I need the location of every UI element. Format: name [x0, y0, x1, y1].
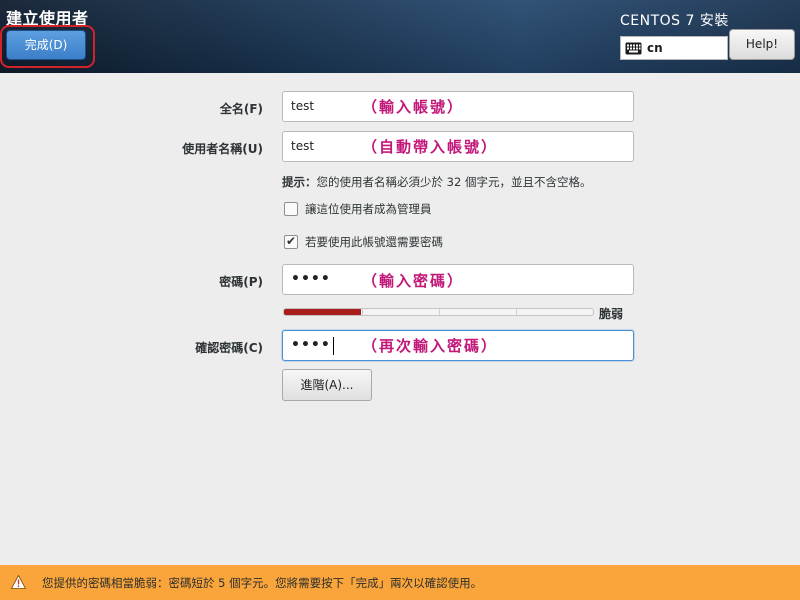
require-password-checkbox-row[interactable]: 若要使用此帳號還需要密碼 — [284, 234, 443, 250]
confirm-password-label: 確認密碼(C) — [195, 341, 263, 355]
username-annotation: （自動帶入帳號） — [362, 138, 499, 156]
admin-checkbox[interactable] — [284, 202, 298, 216]
header-bar: 建立使用者 完成(D) CENTOS 7 安裝 cn Help! — [0, 0, 800, 73]
confirm-password-value: •••• — [291, 337, 331, 353]
product-title: CENTOS 7 安裝 — [620, 13, 729, 29]
strength-segment-divider — [362, 309, 363, 315]
hint-text: 您的使用者名稱必須少於 32 個字元，並且不含空格。 — [316, 175, 592, 189]
fullname-annotation: （輸入帳號） — [362, 98, 465, 116]
password-strength-label: 脆弱 — [599, 307, 624, 321]
create-user-screen: 建立使用者 完成(D) CENTOS 7 安裝 cn Help! 全名(F) t… — [0, 0, 800, 600]
fullname-value: test — [291, 99, 315, 113]
text-caret — [332, 336, 334, 355]
strength-segment-divider — [439, 309, 440, 315]
done-button[interactable]: 完成(D) — [6, 30, 86, 60]
require-password-checkbox[interactable] — [284, 234, 298, 249]
strength-segment-divider — [516, 309, 517, 315]
username-value: test — [291, 139, 315, 153]
password-strength-fill — [284, 309, 362, 315]
warning-text: 您提供的密碼相當脆弱：密碼短於 5 個字元。您將需要按下「完成」兩次以確認使用。 — [42, 576, 483, 590]
admin-checkbox-row[interactable]: 讓這位使用者成為管理員 — [284, 201, 432, 217]
advanced-button[interactable]: 進階(A)... — [282, 369, 372, 401]
username-label: 使用者名稱(U) — [182, 142, 263, 156]
warning-bar: 您提供的密碼相當脆弱：密碼短於 5 個字元。您將需要按下「完成」兩次以確認使用。 — [0, 565, 800, 600]
fullname-label: 全名(F) — [219, 102, 263, 116]
password-label: 密碼(P) — [219, 275, 263, 289]
confirm-password-annotation: （再次輸入密碼） — [362, 337, 499, 355]
password-value: •••• — [291, 271, 331, 287]
hint-prefix: 提示： — [282, 175, 317, 189]
help-button[interactable]: Help! — [729, 29, 795, 60]
require-password-checkbox-label: 若要使用此帳號還需要密碼 — [305, 235, 443, 249]
password-strength-bar — [283, 308, 594, 316]
warning-icon — [11, 575, 26, 589]
admin-checkbox-label: 讓這位使用者成為管理員 — [305, 202, 432, 216]
keyboard-layout-code: cn — [647, 41, 663, 55]
password-annotation: （輸入密碼） — [362, 272, 465, 290]
keyboard-layout-indicator[interactable]: cn — [620, 36, 728, 60]
keyboard-icon — [625, 42, 642, 54]
username-hint: 提示：您的使用者名稱必須少於 32 個字元，並且不含空格。 — [282, 174, 591, 190]
